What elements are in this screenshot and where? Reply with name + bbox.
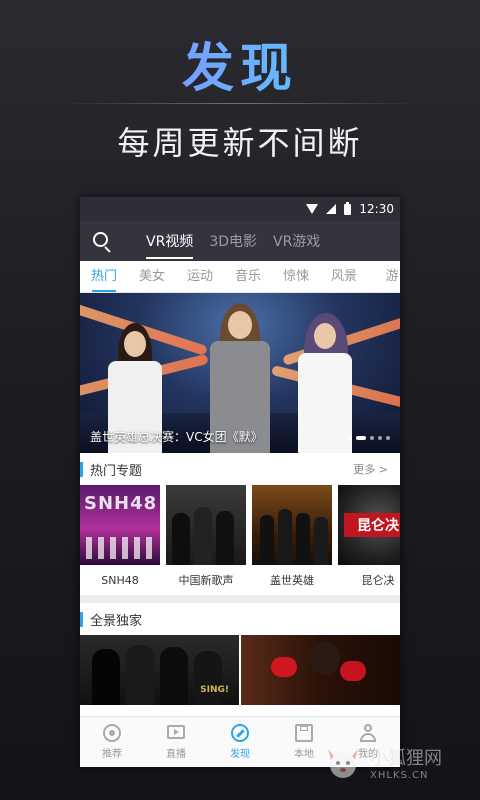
panorama-thumb-boxing[interactable]	[241, 635, 400, 705]
topic-thumb-gaishi-yingxiong[interactable]	[252, 485, 332, 565]
nav-item-live[interactable]: 直播	[144, 717, 208, 767]
hot-topics-list: SNH48 昆仑决	[80, 485, 400, 565]
category-tab-games[interactable]: 游	[368, 261, 400, 292]
watermark-cn: 小狐狸网	[370, 747, 442, 769]
hot-topics-header: 热门专题 更多 >	[80, 453, 400, 485]
category-tabs: 热门 美女 运动 音乐 惊悚 风景 游	[80, 261, 400, 293]
status-time: 12:30	[359, 202, 394, 216]
panorama-thumb-singers[interactable]: SING!	[80, 635, 239, 705]
main-tabs: VR视频 3D电影 VR游戏	[146, 223, 320, 259]
play-screen-icon	[167, 724, 185, 742]
nav-label: 直播	[166, 749, 186, 760]
watermark-en: XHLKS.CN	[370, 769, 429, 781]
category-tab-thriller[interactable]: 惊悚	[272, 261, 320, 292]
more-link[interactable]: 更多 >	[353, 461, 388, 477]
nav-label: 本地	[294, 749, 314, 760]
category-tab-music[interactable]: 音乐	[224, 261, 272, 292]
signal-icon	[326, 204, 337, 214]
search-icon[interactable]	[80, 221, 120, 261]
battery-icon	[344, 201, 352, 215]
tab-vr-game[interactable]: VR游戏	[273, 223, 320, 259]
status-bar: 12:30	[80, 197, 400, 221]
topic-label[interactable]: 昆仑决	[338, 572, 400, 588]
nav-item-discover[interactable]: 发现	[208, 717, 272, 767]
banner-caption: 盖世英雄总决赛：VC女团《默》	[90, 430, 263, 444]
compass-icon	[231, 724, 249, 742]
topic-thumb-logo: 昆仑决	[344, 513, 400, 537]
topic-label[interactable]: SNH48	[80, 574, 160, 587]
nav-label: 发现	[230, 749, 250, 760]
topic-thumb-snh48[interactable]: SNH48	[80, 485, 160, 565]
phone-screen: 12:30 VR视频 3D电影 VR游戏 热门 美女 运动 音乐 惊悚 风景 游	[80, 197, 400, 767]
fox-logo	[328, 749, 358, 778]
save-icon	[295, 724, 313, 742]
tab-vr-video[interactable]: VR视频	[146, 223, 194, 259]
hot-topics-labels: SNH48 中国新歌声 盖世英雄 昆仑决	[80, 565, 400, 595]
promo-subtitle: 每周更新不间断	[117, 124, 363, 162]
topic-thumb-text: SNH48	[84, 493, 158, 514]
topic-label[interactable]: 盖世英雄	[252, 572, 332, 588]
promo-title: 发现	[0, 26, 480, 101]
section-separator	[80, 595, 400, 603]
wifi-icon	[306, 204, 319, 214]
top-nav: VR视频 3D电影 VR游戏	[80, 221, 400, 261]
banner-pagination	[348, 436, 390, 440]
disc-icon	[103, 724, 121, 742]
nav-item-recommend[interactable]: 推荐	[80, 717, 144, 767]
watermark: 小狐狸网 XHLKS.CN	[322, 732, 472, 792]
topic-thumb-sing-china[interactable]	[166, 485, 246, 565]
performer-right	[290, 313, 360, 453]
featured-banner[interactable]: 盖世英雄总决赛：VC女团《默》	[80, 293, 400, 453]
category-tab-scenery[interactable]: 风景	[320, 261, 368, 292]
panorama-title: 全景独家	[90, 613, 143, 629]
category-tab-sports[interactable]: 运动	[176, 261, 224, 292]
panorama-header: 全景独家	[80, 603, 400, 635]
hot-topics-title: 热门专题	[90, 463, 143, 479]
topic-label[interactable]: 中国新歌声	[166, 572, 246, 588]
panorama-thumb-text: SING!	[200, 685, 229, 695]
category-tab-hot[interactable]: 热门	[80, 261, 128, 292]
category-tab-beauty[interactable]: 美女	[128, 261, 176, 292]
promo-divider	[60, 103, 420, 104]
topic-thumb-kunlun[interactable]: 昆仑决	[338, 485, 400, 565]
nav-label: 推荐	[102, 749, 122, 760]
tab-3d-movie[interactable]: 3D电影	[209, 223, 257, 259]
panorama-list: SING!	[80, 635, 400, 705]
